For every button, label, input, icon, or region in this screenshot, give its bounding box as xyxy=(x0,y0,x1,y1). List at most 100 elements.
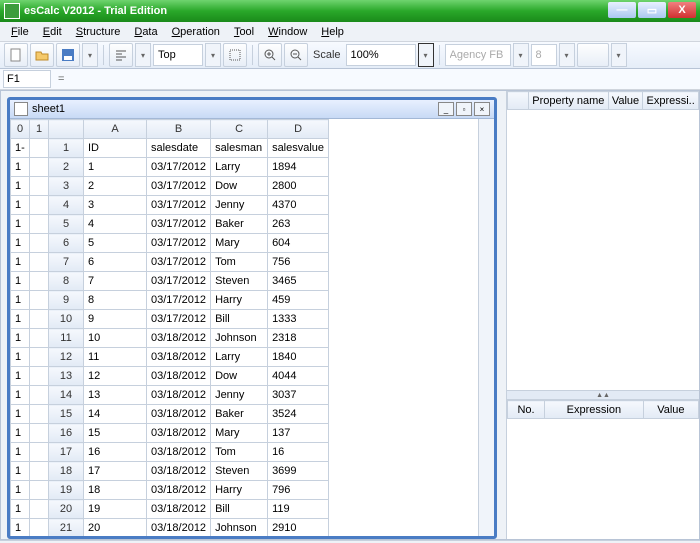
data-cell[interactable]: 03/17/2012 xyxy=(147,177,211,196)
splitter[interactable]: ▲▲ xyxy=(507,390,699,400)
data-cell[interactable]: Tom xyxy=(211,253,268,272)
row-header-9[interactable]: 9 xyxy=(49,291,84,310)
minimize-button[interactable]: — xyxy=(608,2,636,18)
new-button[interactable] xyxy=(4,43,28,67)
spreadsheet-grid[interactable]: 01ABCD1-1IDsalesdatesalesmansalesvalue12… xyxy=(10,119,329,536)
data-cell[interactable]: 15 xyxy=(84,424,147,443)
data-cell[interactable]: 03/17/2012 xyxy=(147,158,211,177)
data-cell[interactable]: 17 xyxy=(84,462,147,481)
data-cell[interactable]: 11 xyxy=(84,348,147,367)
data-cell[interactable]: 9 xyxy=(84,310,147,329)
data-cell[interactable]: Bill xyxy=(211,310,268,329)
menu-structure[interactable]: Structure xyxy=(69,24,128,40)
data-cell[interactable]: 18 xyxy=(84,481,147,500)
header-cell[interactable]: ID xyxy=(84,139,147,158)
row-header-corner[interactable] xyxy=(49,120,84,139)
header-cell[interactable]: salesvalue xyxy=(268,139,329,158)
data-cell[interactable]: Baker xyxy=(211,215,268,234)
data-cell[interactable]: 4370 xyxy=(268,196,329,215)
row-header-5[interactable]: 5 xyxy=(49,215,84,234)
close-button[interactable]: X xyxy=(668,2,696,18)
row-header-13[interactable]: 13 xyxy=(49,367,84,386)
data-cell[interactable]: 16 xyxy=(268,443,329,462)
name-box[interactable] xyxy=(3,70,51,88)
save-dropdown[interactable]: ▾ xyxy=(82,43,98,67)
data-cell[interactable]: Larry xyxy=(211,348,268,367)
data-cell[interactable]: Larry xyxy=(211,158,268,177)
data-cell[interactable]: 1333 xyxy=(268,310,329,329)
save-button[interactable] xyxy=(56,43,80,67)
data-cell[interactable]: 459 xyxy=(268,291,329,310)
outline-col-0[interactable]: 0 xyxy=(11,120,30,139)
data-cell[interactable]: 4044 xyxy=(268,367,329,386)
align-v-value[interactable] xyxy=(156,48,200,62)
data-cell[interactable]: Baker xyxy=(211,405,268,424)
row-header-18[interactable]: 18 xyxy=(49,462,84,481)
data-cell[interactable]: 2800 xyxy=(268,177,329,196)
data-cell[interactable]: 03/17/2012 xyxy=(147,272,211,291)
level-cell[interactable]: 1 xyxy=(11,500,30,519)
data-cell[interactable]: 3 xyxy=(84,196,147,215)
data-cell[interactable]: 119 xyxy=(268,500,329,519)
menu-edit[interactable]: Edit xyxy=(36,24,69,40)
font-size-select[interactable] xyxy=(531,44,557,66)
data-cell[interactable]: 03/18/2012 xyxy=(147,424,211,443)
grid-scroll[interactable]: 01ABCD1-1IDsalesdatesalesmansalesvalue12… xyxy=(10,119,478,536)
data-cell[interactable]: 03/18/2012 xyxy=(147,367,211,386)
level-cell[interactable]: 1 xyxy=(11,519,30,537)
data-cell[interactable]: 2318 xyxy=(268,329,329,348)
data-cell[interactable]: 03/18/2012 xyxy=(147,329,211,348)
level-cell[interactable]: 1 xyxy=(11,424,30,443)
open-button[interactable] xyxy=(30,43,54,67)
data-cell[interactable]: 5 xyxy=(84,234,147,253)
menu-tool[interactable]: Tool xyxy=(227,24,261,40)
data-cell[interactable]: Bill xyxy=(211,500,268,519)
menu-operation[interactable]: Operation xyxy=(165,24,227,40)
level-cell[interactable]: 1 xyxy=(11,177,30,196)
level-cell[interactable]: 1 xyxy=(11,196,30,215)
data-cell[interactable]: Jenny xyxy=(211,386,268,405)
data-cell[interactable]: Mary xyxy=(211,424,268,443)
data-cell[interactable]: Tom xyxy=(211,443,268,462)
level-cell[interactable]: 1 xyxy=(11,405,30,424)
row-header-6[interactable]: 6 xyxy=(49,234,84,253)
zoom-out-button[interactable] xyxy=(284,43,308,67)
data-cell[interactable]: 8 xyxy=(84,291,147,310)
menu-file[interactable]: File xyxy=(4,24,36,40)
data-cell[interactable]: 137 xyxy=(268,424,329,443)
data-cell[interactable]: 6 xyxy=(84,253,147,272)
data-cell[interactable]: 16 xyxy=(84,443,147,462)
doc-minimize-button[interactable]: _ xyxy=(438,102,454,116)
menu-window[interactable]: Window xyxy=(261,24,314,40)
data-cell[interactable]: 03/18/2012 xyxy=(147,405,211,424)
props-col-value[interactable]: Value xyxy=(608,92,643,110)
font-name-select[interactable] xyxy=(445,44,511,66)
align-left-button[interactable] xyxy=(109,43,133,67)
row-header-20[interactable]: 20 xyxy=(49,500,84,519)
data-cell[interactable]: Steven xyxy=(211,272,268,291)
row-header-3[interactable]: 3 xyxy=(49,177,84,196)
row-header-1[interactable]: 1 xyxy=(49,139,84,158)
level-cell[interactable]: 1 xyxy=(11,215,30,234)
expr-col-no[interactable]: No. xyxy=(508,401,545,419)
data-cell[interactable]: 03/17/2012 xyxy=(147,234,211,253)
data-cell[interactable]: 03/17/2012 xyxy=(147,310,211,329)
font-size-dropdown[interactable]: ▾ xyxy=(559,43,575,67)
font-name-dropdown[interactable]: ▾ xyxy=(513,43,529,67)
row-header-16[interactable]: 16 xyxy=(49,424,84,443)
data-cell[interactable]: Dow xyxy=(211,367,268,386)
data-cell[interactable]: 19 xyxy=(84,500,147,519)
data-cell[interactable]: 03/18/2012 xyxy=(147,519,211,537)
data-cell[interactable]: 1840 xyxy=(268,348,329,367)
vertical-scrollbar[interactable] xyxy=(478,119,494,536)
row-header-7[interactable]: 7 xyxy=(49,253,84,272)
row-header-10[interactable]: 10 xyxy=(49,310,84,329)
menu-data[interactable]: Data xyxy=(127,24,164,40)
data-cell[interactable]: 2910 xyxy=(268,519,329,537)
data-cell[interactable]: 2 xyxy=(84,177,147,196)
row-header-19[interactable]: 19 xyxy=(49,481,84,500)
row-header-15[interactable]: 15 xyxy=(49,405,84,424)
row-header-4[interactable]: 4 xyxy=(49,196,84,215)
outline-col-1[interactable]: 1 xyxy=(30,120,49,139)
align-v-select[interactable] xyxy=(153,44,203,66)
